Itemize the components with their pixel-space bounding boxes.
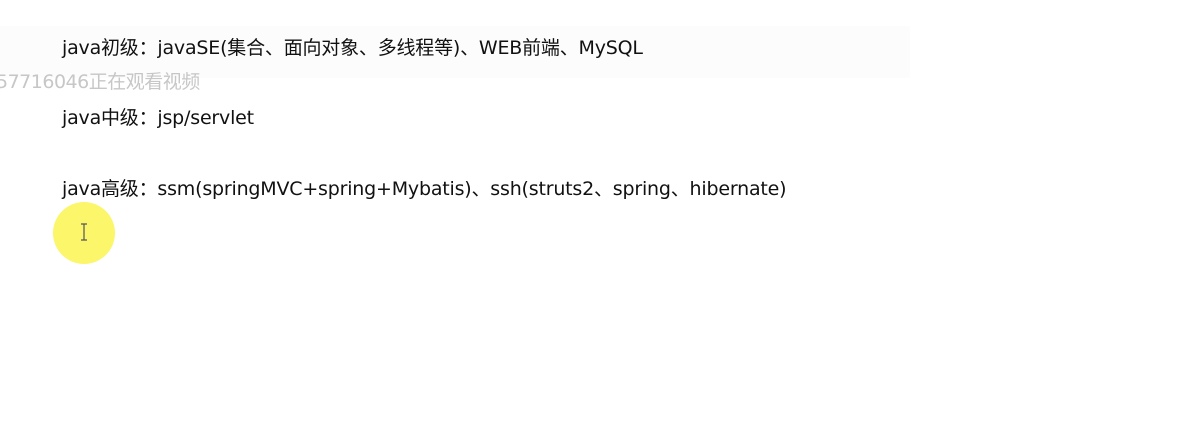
viewer-watermark: 57716046正在观看视频 [0, 71, 200, 93]
text-line-java-basic: java初级：javaSE(集合、面向对象、多线程等)、WEB前端、MySQL [62, 37, 643, 59]
text-cursor-icon [80, 223, 88, 241]
text-line-java-advanced: java高级：ssm(springMVC+spring+Mybatis)、ssh… [62, 178, 787, 200]
document-page[interactable]: java初级：javaSE(集合、面向对象、多线程等)、WEB前端、MySQL … [0, 0, 1193, 440]
text-line-java-intermediate: java中级：jsp/servlet [62, 107, 254, 129]
